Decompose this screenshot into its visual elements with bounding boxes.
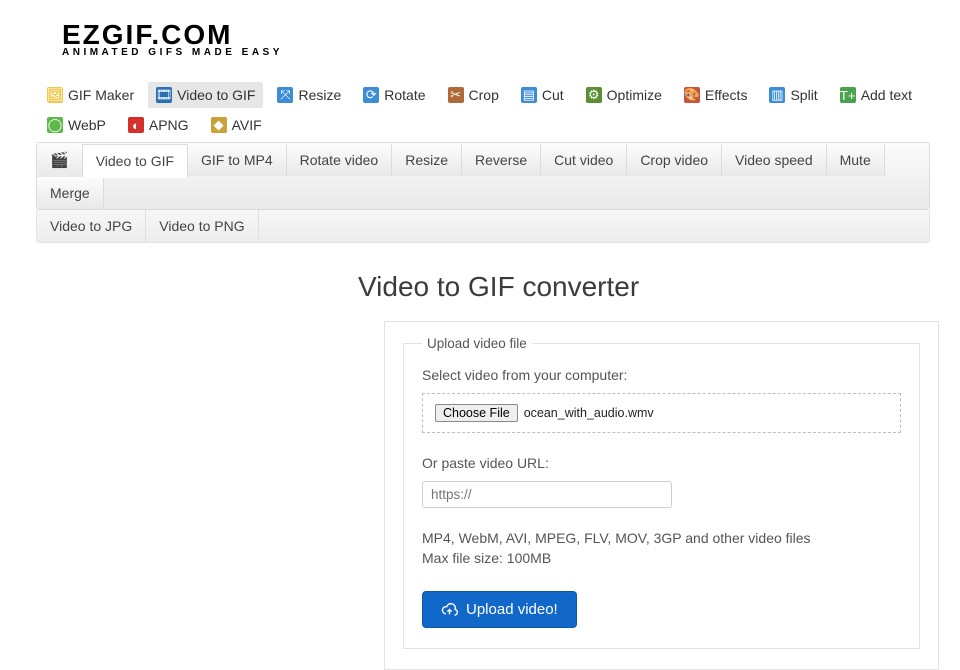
main-nav: 🖼 GIF Maker 🎞 Video to GIF ⤧ Resize ⟳ Rotate ✂ Cr… xyxy=(36,80,930,140)
main-nav-label: Crop xyxy=(469,87,499,103)
main-nav-item[interactable]: 🖼 GIF Maker xyxy=(39,82,142,108)
main-nav-item[interactable]: ⟳ Rotate xyxy=(355,82,433,108)
main-nav-item[interactable]: ▤ Cut xyxy=(513,82,572,108)
sub-nav-item[interactable]: Mute xyxy=(827,144,885,176)
or-url-label: Or paste video URL: xyxy=(422,455,901,471)
resize-icon: ⤧ xyxy=(277,87,293,103)
site-logo[interactable]: EZGIF.COM ANIMATED GIFS MADE EASY xyxy=(62,22,930,58)
main-nav-label: GIF Maker xyxy=(68,87,134,103)
sub-nav-item[interactable]: Crop video xyxy=(627,144,722,176)
choose-file-button[interactable]: Choose File xyxy=(435,404,518,422)
main-nav-label: Cut xyxy=(542,87,564,103)
logo-sub-text: ANIMATED GIFS MADE EASY xyxy=(62,47,930,58)
main-nav-label: AVIF xyxy=(232,117,262,133)
sub-nav-item[interactable]: Video to JPG xyxy=(37,210,146,242)
sub-nav-row2: Video to JPGVideo to PNG xyxy=(36,210,930,243)
sub-nav-item[interactable]: Video to GIF xyxy=(83,144,188,178)
logo-main-text: EZGIF.COM xyxy=(62,22,930,47)
upload-button-label: Upload video! xyxy=(466,601,558,618)
main-nav-label: Video to GIF xyxy=(177,87,255,103)
rotate-icon: ⟳ xyxy=(363,87,379,103)
upload-video-button[interactable]: Upload video! xyxy=(422,591,577,628)
main-nav-label: Optimize xyxy=(607,87,662,103)
main-nav-label: Add text xyxy=(861,87,912,103)
main-nav-label: Effects xyxy=(705,87,748,103)
main-nav-item[interactable]: 🎞 Video to GIF xyxy=(148,82,263,108)
main-nav-label: Split xyxy=(790,87,817,103)
upload-cloud-icon xyxy=(441,601,458,618)
upload-legend: Upload video file xyxy=(422,336,532,351)
main-nav-label: Rotate xyxy=(384,87,425,103)
main-nav-item[interactable]: 🎨 Effects xyxy=(676,82,756,108)
crop-icon: ✂ xyxy=(448,87,464,103)
upload-panel: Upload video file Select video from your… xyxy=(384,321,939,670)
file-input-row[interactable]: Choose File ocean_with_audio.wmv xyxy=(422,393,901,433)
optimize-icon: ⚙ xyxy=(586,87,602,103)
video-url-input[interactable] xyxy=(422,481,672,508)
sub-nav-item[interactable]: Merge xyxy=(37,177,104,209)
image-icon: 🖼 xyxy=(47,87,63,103)
addtext-icon: T+ xyxy=(840,87,856,103)
hint-line-1: MP4, WebM, AVI, MPEG, FLV, MOV, 3GP and … xyxy=(422,530,811,546)
webp-icon: ◯ xyxy=(47,117,63,133)
sub-nav-home-icon[interactable]: 🎬 xyxy=(37,143,83,177)
chosen-filename: ocean_with_audio.wmv xyxy=(524,406,654,420)
main-nav-label: WebP xyxy=(68,117,106,133)
page-title: Video to GIF converter xyxy=(358,271,930,303)
main-nav-item[interactable]: ◯ WebP xyxy=(39,112,114,138)
sub-nav-item[interactable]: Video to PNG xyxy=(146,210,258,242)
sub-nav-item[interactable]: Reverse xyxy=(462,144,541,176)
main-nav-item[interactable]: T+ Add text xyxy=(832,82,920,108)
sub-nav-item[interactable]: Resize xyxy=(392,144,462,176)
avif-icon: ◆ xyxy=(211,117,227,133)
main-nav-item[interactable]: ✂ Crop xyxy=(440,82,507,108)
main-nav-item[interactable]: ⚙ Optimize xyxy=(578,82,670,108)
sub-nav-item[interactable]: Rotate video xyxy=(287,144,393,176)
film-icon: 🎞 xyxy=(156,87,172,103)
hint-line-2: Max file size: 100MB xyxy=(422,550,551,566)
main-nav-label: Resize xyxy=(298,87,341,103)
main-nav-item[interactable]: ◐ APNG xyxy=(120,112,197,138)
split-icon: ▥ xyxy=(769,87,785,103)
sub-nav: 🎬 Video to GIFGIF to MP4Rotate videoResi… xyxy=(36,142,930,210)
select-file-label: Select video from your computer: xyxy=(422,367,901,383)
main-nav-item[interactable]: ◆ AVIF xyxy=(203,112,270,138)
apng-icon: ◐ xyxy=(128,117,144,133)
effects-icon: 🎨 xyxy=(684,87,700,103)
main-nav-item[interactable]: ▥ Split xyxy=(761,82,825,108)
cut-icon: ▤ xyxy=(521,87,537,103)
upload-fieldset: Upload video file Select video from your… xyxy=(403,336,920,649)
main-nav-label: APNG xyxy=(149,117,189,133)
sub-nav-item[interactable]: Cut video xyxy=(541,144,627,176)
sub-nav-item[interactable]: Video speed xyxy=(722,144,827,176)
main-nav-item[interactable]: ⤧ Resize xyxy=(269,82,349,108)
sub-nav-item[interactable]: GIF to MP4 xyxy=(188,144,287,176)
upload-hint: MP4, WebM, AVI, MPEG, FLV, MOV, 3GP and … xyxy=(422,528,901,569)
